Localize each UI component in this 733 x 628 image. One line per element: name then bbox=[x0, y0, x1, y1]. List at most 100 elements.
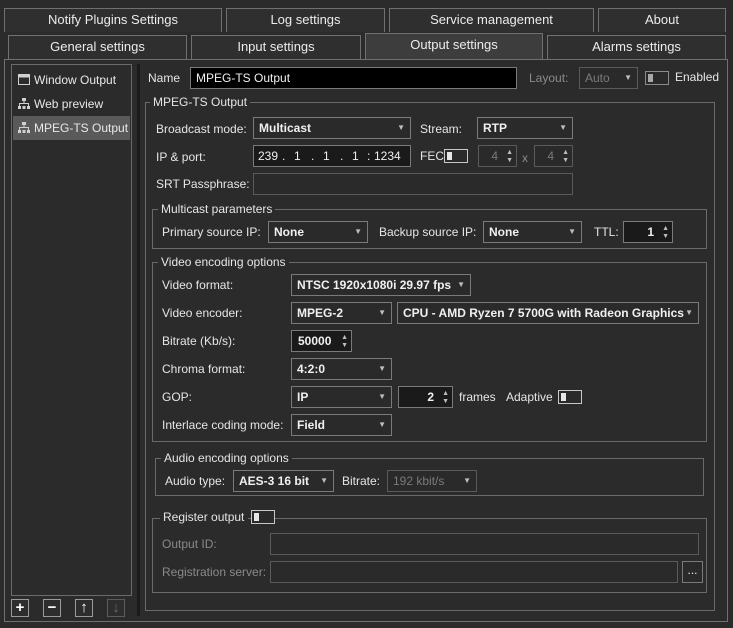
enabled-label: Enabled bbox=[675, 70, 720, 84]
chroma-format-label: Chroma format: bbox=[162, 362, 246, 376]
tab-output-settings[interactable]: Output settings bbox=[365, 33, 543, 59]
select-value: MPEG-2 bbox=[297, 306, 344, 320]
spin-up-icon: ▲ bbox=[562, 149, 569, 156]
name-label: Name bbox=[148, 71, 181, 85]
registration-server-input[interactable] bbox=[270, 561, 678, 583]
registration-server-label: Registration server: bbox=[162, 565, 267, 579]
fec-toggle[interactable] bbox=[444, 149, 468, 163]
audio-bitrate-select[interactable]: 192 kbit/s ▼ bbox=[387, 470, 477, 492]
ip-octet-1: 239 bbox=[258, 149, 279, 163]
group-title: Video encoding options bbox=[158, 255, 289, 269]
output-id-input[interactable] bbox=[270, 533, 699, 555]
video-encoder-select[interactable]: MPEG-2 ▼ bbox=[291, 302, 392, 324]
fec-x-label: x bbox=[522, 151, 528, 165]
splitter[interactable] bbox=[137, 64, 140, 616]
gop-select[interactable]: IP ▼ bbox=[291, 386, 392, 408]
group-title: Register output bbox=[160, 510, 249, 524]
spin-down-icon: ▼ bbox=[562, 157, 569, 164]
ip-octet-2: 1 bbox=[294, 149, 301, 163]
spin-down-icon: ▼ bbox=[662, 233, 669, 240]
gop-label: GOP: bbox=[162, 390, 193, 404]
tab-about[interactable]: About bbox=[598, 8, 726, 32]
ttl-spinbox[interactable]: 1 ▲ ▼ bbox=[623, 221, 673, 243]
port-separator: : bbox=[367, 149, 371, 163]
bitrate-spinbox[interactable]: 50000 ▲ ▼ bbox=[291, 330, 352, 352]
toggle-knob bbox=[254, 513, 259, 521]
group-title: MPEG-TS Output bbox=[150, 95, 251, 109]
spin-up-icon: ▲ bbox=[341, 334, 348, 341]
frames-label: frames bbox=[459, 390, 496, 404]
primary-source-ip-select[interactable]: None ▼ bbox=[268, 221, 368, 243]
tab-alarms-settings[interactable]: Alarms settings bbox=[547, 35, 726, 59]
layout-label: Layout: bbox=[529, 71, 569, 85]
add-output-button[interactable]: + bbox=[11, 599, 29, 617]
toggle-knob bbox=[561, 393, 566, 401]
video-encoder-label: Video encoder: bbox=[162, 306, 243, 320]
list-item-label: Web preview bbox=[34, 97, 104, 111]
tab-general-settings[interactable]: General settings bbox=[8, 35, 187, 59]
ip-port-input[interactable]: 239 . 1 . 1 . 1 : 1234 bbox=[253, 145, 411, 167]
port-value: 1234 bbox=[374, 149, 401, 163]
ip-dot: . bbox=[340, 149, 344, 163]
stream-select[interactable]: RTP ▼ bbox=[477, 117, 573, 139]
encoder-device-select[interactable]: CPU - AMD Ryzen 7 5700G with Radeon Grap… bbox=[397, 302, 699, 324]
spin-value: 4 bbox=[491, 149, 498, 163]
list-item-label: Window Output bbox=[34, 73, 117, 87]
broadcast-mode-select[interactable]: Multicast ▼ bbox=[253, 117, 411, 139]
output-id-label: Output ID: bbox=[162, 537, 217, 551]
group-title: Audio encoding options bbox=[161, 451, 292, 465]
select-value: Multicast bbox=[259, 121, 312, 135]
backup-source-ip-select[interactable]: None ▼ bbox=[483, 221, 582, 243]
tab-notify-plugins-settings[interactable]: Notify Plugins Settings bbox=[4, 8, 222, 32]
interlace-coding-mode-select[interactable]: Field ▼ bbox=[291, 414, 392, 436]
enabled-toggle[interactable] bbox=[645, 71, 669, 85]
chevron-down-icon: ▼ bbox=[378, 420, 386, 429]
adaptive-label: Adaptive bbox=[506, 390, 553, 404]
chevron-down-icon: ▼ bbox=[320, 476, 328, 485]
move-down-button[interactable]: ↓ bbox=[107, 599, 125, 617]
video-format-select[interactable]: NTSC 1920x1080i 29.97 fps ▼ bbox=[291, 274, 471, 296]
adaptive-toggle[interactable] bbox=[558, 390, 582, 404]
bitrate-label: Bitrate (Kb/s): bbox=[162, 334, 236, 348]
video-format-label: Video format: bbox=[162, 278, 234, 292]
register-output-toggle[interactable] bbox=[251, 510, 275, 524]
list-item-web-preview[interactable]: Web preview bbox=[13, 92, 130, 116]
select-value: Field bbox=[297, 418, 326, 432]
spin-down-icon: ▼ bbox=[442, 398, 449, 405]
move-up-button[interactable]: ↑ bbox=[75, 599, 93, 617]
output-list[interactable]: Window Output Web preview MPEG-TS Output bbox=[11, 64, 132, 596]
select-value: NTSC 1920x1080i 29.97 fps bbox=[297, 278, 452, 292]
spin-value: 50000 bbox=[298, 334, 332, 348]
chevron-down-icon: ▼ bbox=[378, 364, 386, 373]
select-value: 4:2:0 bbox=[297, 362, 326, 376]
backup-source-ip-label: Backup source IP: bbox=[379, 225, 477, 239]
tab-log-settings[interactable]: Log settings bbox=[226, 8, 385, 32]
list-item-window-output[interactable]: Window Output bbox=[13, 68, 130, 92]
ip-octet-3: 1 bbox=[323, 149, 330, 163]
tab-input-settings[interactable]: Input settings bbox=[191, 35, 361, 59]
gop-frames-spinbox[interactable]: 2 ▲ ▼ bbox=[398, 386, 453, 408]
browse-button[interactable]: ... bbox=[682, 561, 703, 583]
audio-type-select[interactable]: AES-3 16 bit ▼ bbox=[233, 470, 334, 492]
fec-columns-spinbox[interactable]: 4 ▲ ▼ bbox=[478, 145, 517, 167]
list-item-mpeg-ts-output[interactable]: MPEG-TS Output bbox=[13, 116, 130, 140]
audio-bitrate-label: Bitrate: bbox=[342, 474, 381, 488]
select-value: None bbox=[274, 225, 304, 239]
chevron-down-icon: ▼ bbox=[354, 227, 362, 236]
toggle-knob bbox=[447, 152, 452, 160]
tab-service-management[interactable]: Service management bbox=[389, 8, 594, 32]
ip-port-label: IP & port: bbox=[156, 150, 206, 164]
spin-down-icon: ▼ bbox=[341, 342, 348, 349]
network-icon bbox=[18, 122, 30, 133]
fec-rows-spinbox[interactable]: 4 ▲ ▼ bbox=[534, 145, 573, 167]
ttl-label: TTL: bbox=[594, 225, 619, 239]
toggle-knob bbox=[648, 74, 653, 82]
chroma-format-select[interactable]: 4:2:0 ▼ bbox=[291, 358, 392, 380]
remove-output-button[interactable]: − bbox=[43, 599, 61, 617]
interlace-coding-mode-label: Interlace coding mode: bbox=[162, 418, 284, 432]
layout-select-value: Auto bbox=[585, 71, 610, 85]
layout-select[interactable]: Auto ▼ bbox=[579, 67, 638, 89]
name-input[interactable]: MPEG-TS Output bbox=[190, 67, 517, 89]
srt-passphrase-input[interactable] bbox=[253, 173, 573, 195]
chevron-down-icon: ▼ bbox=[559, 123, 567, 132]
